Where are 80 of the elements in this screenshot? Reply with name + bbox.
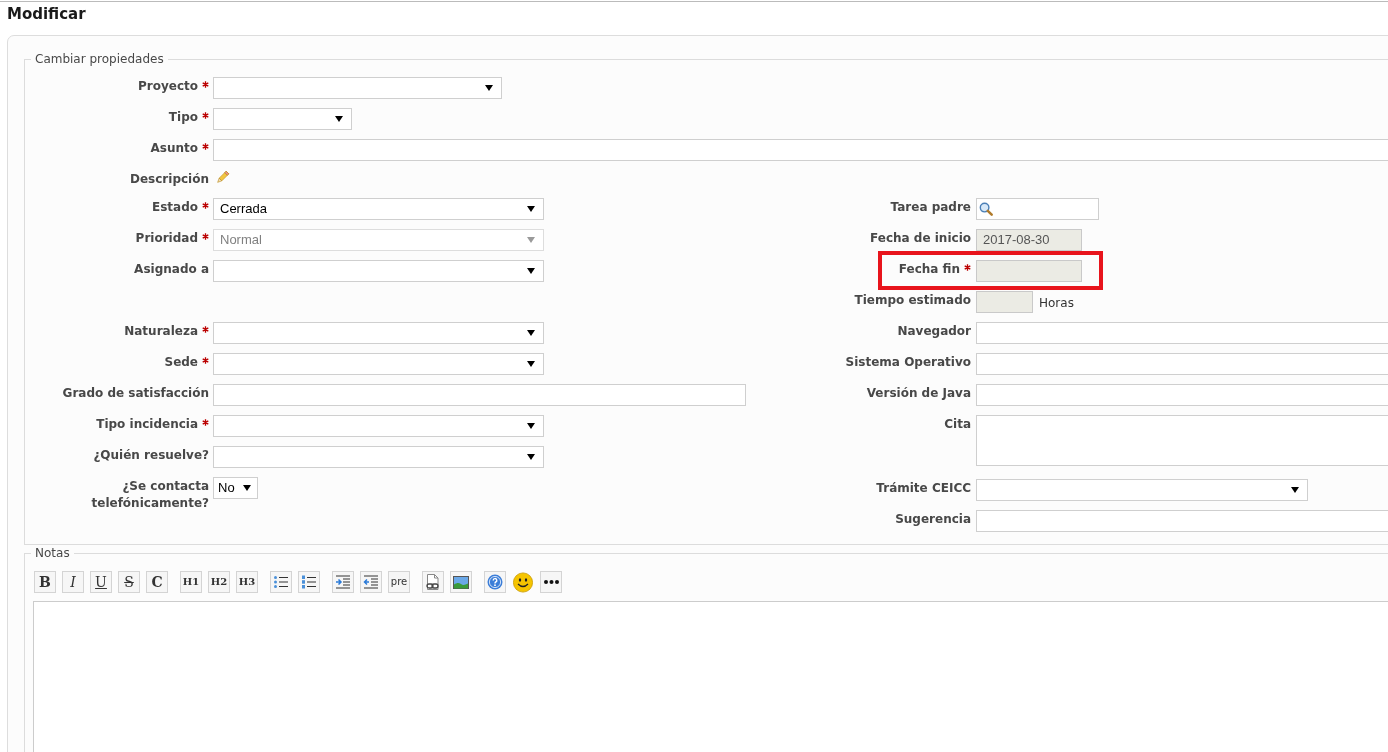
field-label: Tiempo estimado <box>854 292 971 309</box>
image-button[interactable] <box>450 571 472 593</box>
caret-icon <box>335 116 343 122</box>
caret-icon <box>527 454 535 460</box>
unit-label: Horas <box>1039 296 1074 311</box>
strikethrough-button[interactable]: S <box>118 571 140 593</box>
text-field[interactable] <box>213 384 746 406</box>
field-label: Tipo <box>168 109 198 126</box>
page-title: Modificar <box>6 4 87 25</box>
bold-button[interactable]: B <box>34 571 56 593</box>
caret-icon <box>527 423 535 429</box>
field-label: Sistema Operativo <box>845 354 971 371</box>
heading-button[interactable]: H2 <box>208 571 230 593</box>
outdent-icon <box>363 574 379 590</box>
dropdown[interactable] <box>213 108 352 130</box>
field-label: Trámite CEICC <box>876 480 971 497</box>
code-button[interactable]: C <box>146 571 168 593</box>
link-button[interactable] <box>422 571 444 593</box>
field-label: Versión de Java <box>866 385 971 402</box>
field-label: Navegador <box>897 323 971 340</box>
field-label: Fecha de inicio <box>870 230 971 247</box>
field-label: Asignado a <box>134 261 209 278</box>
indent-icon <box>335 574 351 590</box>
bulleted-list-icon <box>273 574 289 590</box>
field-label: Estado <box>152 199 198 216</box>
field-label: Sugerencia <box>895 511 971 528</box>
field-label: Sede <box>164 354 198 371</box>
caret-icon <box>527 206 535 212</box>
field-label: Tarea padre <box>890 199 971 216</box>
field-label: Fecha fin <box>898 261 960 278</box>
help-button[interactable] <box>484 571 506 593</box>
search-icon <box>979 202 993 216</box>
fieldset-legend: Notas <box>31 546 74 560</box>
underline-button[interactable]: U <box>90 571 112 593</box>
field-label: Cita <box>944 416 971 433</box>
dropdown[interactable] <box>976 479 1308 501</box>
image-icon <box>453 575 469 589</box>
dropdown[interactable]: Cerrada <box>213 198 544 220</box>
field-label: ¿Se contacta telefónicamente? <box>90 478 209 512</box>
field-label: Grado de satisfacción <box>62 385 209 402</box>
caret-icon <box>527 330 535 336</box>
dropdown[interactable] <box>213 415 544 437</box>
outdent-button[interactable] <box>360 571 382 593</box>
caret-icon <box>527 361 535 367</box>
dropdown[interactable] <box>213 77 502 99</box>
emoji-button[interactable] <box>512 571 534 593</box>
search-field[interactable] <box>976 198 1099 220</box>
field-label: Proyecto <box>138 78 198 95</box>
heading-button[interactable]: H3 <box>236 571 258 593</box>
caret-icon <box>485 85 493 91</box>
dropdown[interactable] <box>213 322 544 344</box>
field-label: ¿Quién resuelve? <box>93 447 209 464</box>
caret-icon <box>1291 487 1299 493</box>
field-label: Naturaleza <box>124 323 198 340</box>
preformatted-button[interactable]: pre <box>388 571 410 593</box>
fieldset-legend: Cambiar propiedades <box>31 52 168 66</box>
more-icon <box>543 580 559 584</box>
field-label: Descripción <box>130 171 209 188</box>
indent-button[interactable] <box>332 571 354 593</box>
field-label: Asunto <box>150 140 198 157</box>
heading-button[interactable]: H1 <box>180 571 202 593</box>
text-field[interactable] <box>213 139 1388 161</box>
pencil-icon[interactable] <box>215 170 230 185</box>
dropdown[interactable] <box>213 446 544 468</box>
help-icon <box>487 574 503 590</box>
italic-button[interactable]: I <box>62 571 84 593</box>
caret-icon <box>527 237 535 243</box>
caret-icon <box>243 485 251 491</box>
document-link-icon <box>426 574 440 590</box>
dropdown[interactable] <box>213 260 544 282</box>
bulleted-list-button[interactable] <box>270 571 292 593</box>
field-label: Tipo incidencia <box>96 416 198 433</box>
smiley-icon <box>513 571 533 593</box>
caret-icon <box>527 268 535 274</box>
more-button[interactable] <box>540 571 562 593</box>
numbered-list-button[interactable] <box>298 571 320 593</box>
field-label: Prioridad <box>135 230 198 247</box>
numbered-list-icon <box>301 574 317 590</box>
dropdown[interactable]: No <box>213 477 258 499</box>
dropdown[interactable] <box>213 353 544 375</box>
